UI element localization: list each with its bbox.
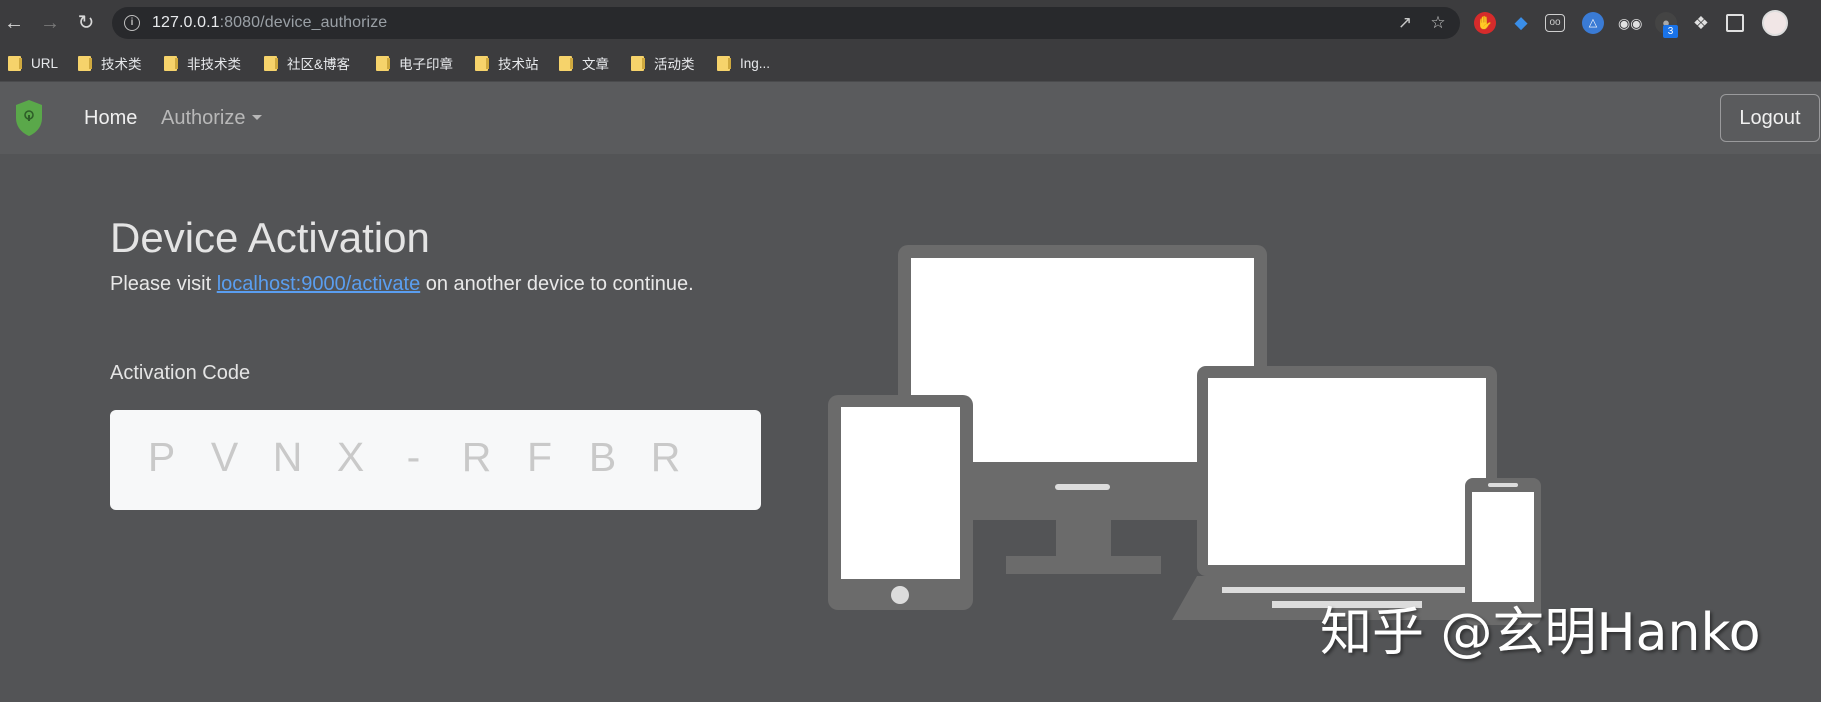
code-char: B	[588, 434, 617, 480]
app-navbar: Home Authorize Logout	[0, 81, 1821, 154]
shield-logo-icon[interactable]	[14, 98, 44, 138]
profile-avatar-icon[interactable]	[1762, 10, 1788, 36]
bookmark-folder[interactable]: 技术类	[78, 51, 142, 75]
folder-icon	[164, 55, 178, 71]
activate-link[interactable]: localhost:9000/activate	[217, 273, 420, 295]
folder-icon	[717, 55, 731, 71]
bookmark-label: Ing...	[740, 55, 771, 71]
code-char: N	[272, 434, 303, 480]
nav-home-link[interactable]: Home	[84, 107, 137, 130]
url-path: :8080/device_authorize	[219, 14, 388, 31]
drive-extension-icon[interactable]: △	[1582, 12, 1604, 34]
caret-down-icon	[251, 115, 262, 120]
bookmark-folder[interactable]: 社区&博客	[264, 51, 350, 75]
bookmark-label: 技术类	[101, 57, 142, 72]
address-bar[interactable]: i 127.0.0.1:8080/device_authorize ↗ ☆	[112, 7, 1460, 39]
ghost-extension-icon[interactable]: oo	[1545, 14, 1565, 32]
back-icon[interactable]: ←	[2, 11, 26, 35]
activation-code-label: Activation Code	[110, 362, 251, 384]
bookmark-label: 社区&博客	[287, 57, 351, 72]
tablet-illustration	[828, 395, 973, 610]
code-char: P	[147, 434, 176, 480]
folder-icon	[559, 55, 573, 71]
bookmark-label: URL	[31, 55, 59, 71]
bookmark-folder[interactable]: 非技术类	[164, 51, 241, 75]
stop-extension-icon[interactable]: ✋	[1474, 12, 1496, 34]
bookmark-label: 非技术类	[187, 57, 241, 72]
bookmark-label: 文章	[582, 57, 609, 72]
code-char: F	[526, 434, 553, 480]
folder-icon	[78, 55, 92, 71]
folder-icon	[376, 55, 390, 71]
page-subtitle: Please visit localhost:9000/activate on …	[110, 273, 694, 296]
subtitle-text-post: on another device to continue.	[420, 273, 694, 295]
activation-code-display: P V N X - R F B R	[110, 410, 761, 510]
nav-authorize-label: Authorize	[161, 107, 246, 129]
code-char: V	[210, 434, 239, 480]
code-char: R	[461, 434, 492, 480]
bookmark-star-icon[interactable]: ☆	[1428, 13, 1448, 33]
folder-icon	[8, 55, 22, 71]
url-host: 127.0.0.1	[152, 14, 220, 31]
code-char: X	[336, 434, 365, 480]
site-info-icon[interactable]: i	[124, 15, 140, 31]
extensions-puzzle-icon[interactable]: ❖	[1690, 12, 1712, 34]
code-char: R	[650, 434, 681, 480]
devices-illustration	[828, 245, 1541, 625]
activation-code-chars: P V N X - R F B R	[130, 434, 697, 481]
browser-toolbar: ← → ↻ i 127.0.0.1:8080/device_authorize …	[0, 0, 1821, 46]
code-char: -	[406, 434, 421, 480]
bookmark-folder[interactable]: 电子印章	[376, 51, 453, 75]
watermark-text: 知乎 @玄明Hanko	[1320, 603, 1761, 663]
side-panel-icon[interactable]	[1726, 14, 1744, 32]
folder-icon	[631, 55, 645, 71]
bookmark-label: 技术站	[498, 57, 539, 72]
bookmark-label: 电子印章	[399, 57, 453, 72]
nav-authorize-dropdown[interactable]: Authorize	[161, 107, 262, 130]
reload-icon[interactable]: ↻	[74, 11, 98, 35]
subtitle-text-pre: Please visit	[110, 273, 217, 295]
bookmark-label: 活动类	[654, 57, 695, 72]
bookmark-folder[interactable]: 活动类	[631, 51, 695, 75]
share-icon[interactable]: ↗	[1395, 13, 1415, 33]
bookmark-folder[interactable]: 技术站	[475, 51, 539, 75]
tag-extension-icon[interactable]: ◆	[1510, 12, 1532, 34]
folder-icon	[264, 55, 278, 71]
browser-chrome: ← → ↻ i 127.0.0.1:8080/device_authorize …	[0, 0, 1821, 81]
forward-icon[interactable]: →	[38, 11, 62, 35]
folder-icon	[475, 55, 489, 71]
url-text[interactable]: 127.0.0.1:8080/device_authorize	[152, 14, 387, 32]
main-content: Device Activation Please visit localhost…	[0, 154, 1821, 702]
bookmark-folder[interactable]: 文章	[559, 51, 609, 75]
bookmarks-bar: URL 技术类 非技术类 社区&博客 电子印章 技术站 文章 活动类 Ing..…	[0, 46, 1821, 81]
bookmark-folder[interactable]: Ing...	[717, 51, 770, 75]
bookmark-folder[interactable]: URL	[8, 51, 58, 75]
glasses-extension-icon[interactable]: ◉◉	[1618, 12, 1642, 34]
logout-button[interactable]: Logout	[1720, 94, 1820, 142]
extension-badge: 3	[1663, 25, 1678, 38]
page-title: Device Activation	[110, 214, 430, 261]
